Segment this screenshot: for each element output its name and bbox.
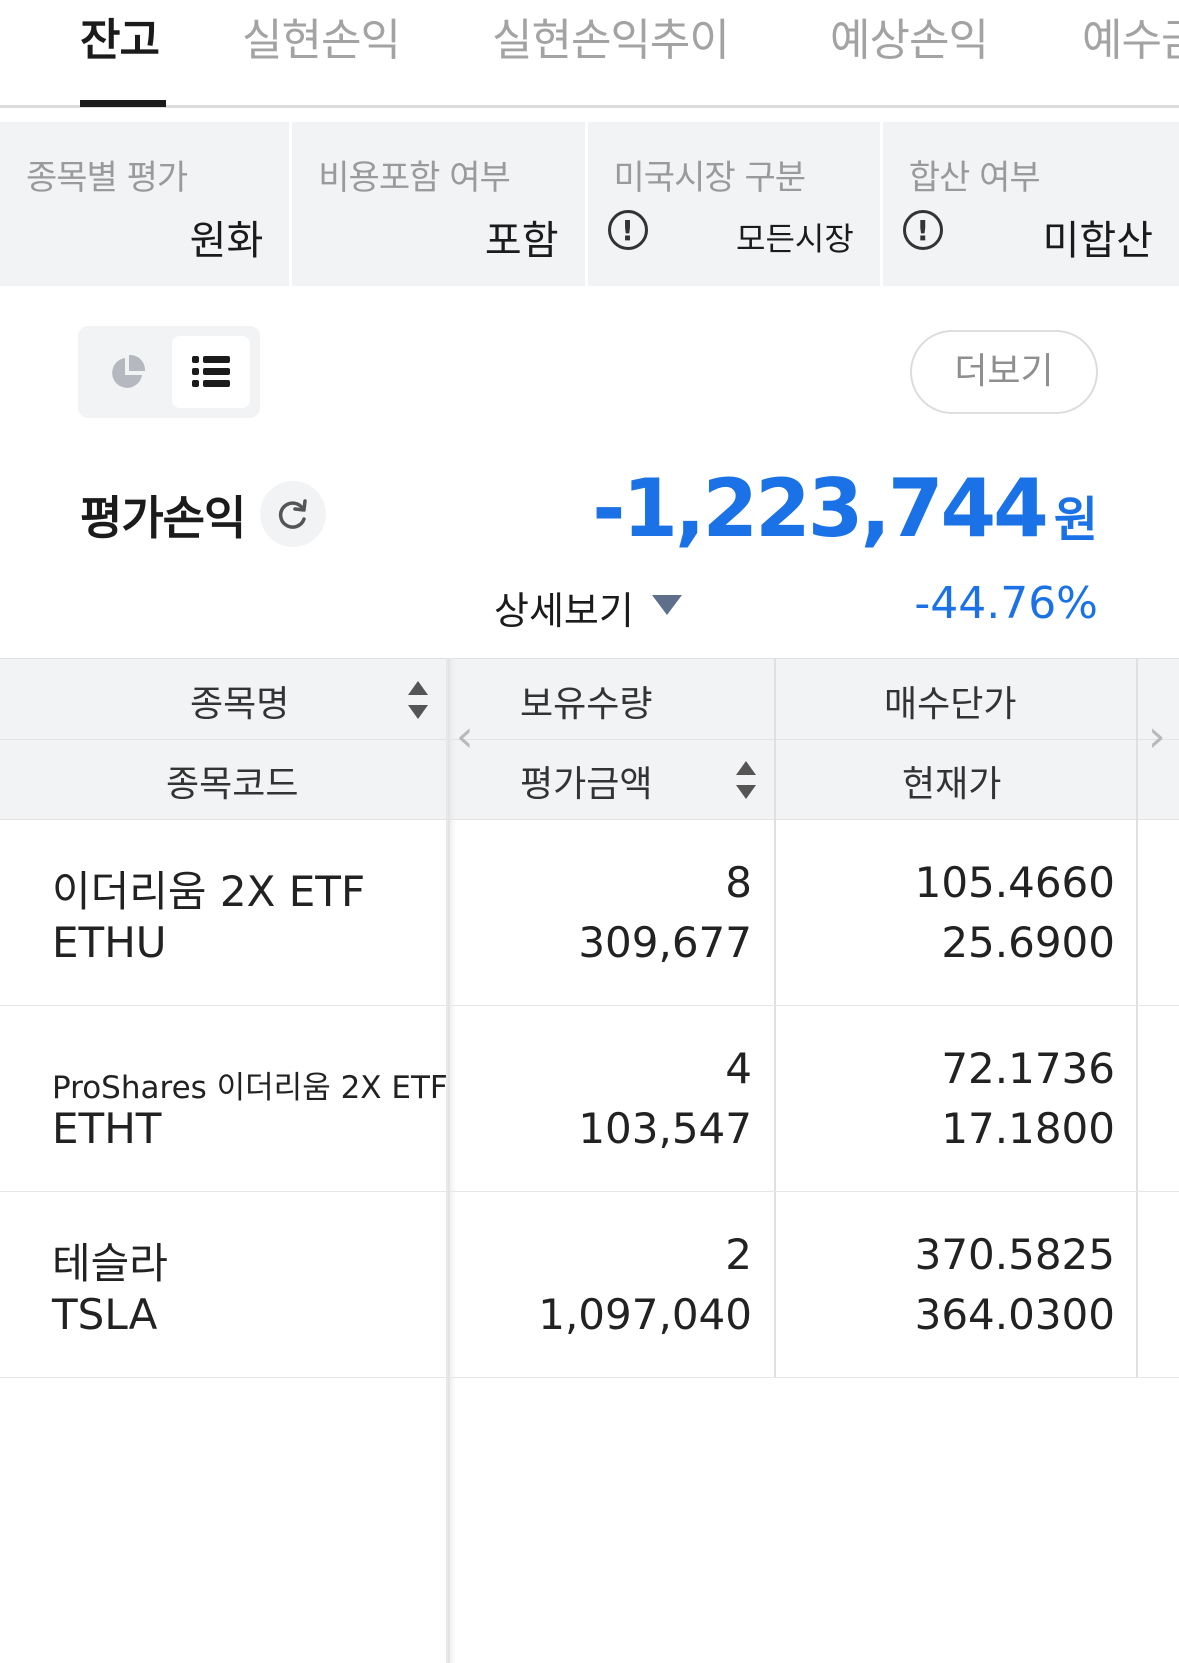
filter-value: 미합산 [1042,218,1153,264]
filter-value: 원화 [189,218,264,264]
avg-price: 105.4660 [914,858,1115,907]
profit-loss-rate: -44.76% [914,578,1098,629]
stock-code: ETHT [52,1104,162,1153]
quantity: 2 [725,1230,752,1279]
stock-name: ProShares 이더리움 2X ETF [52,1070,448,1106]
currency-unit: 원 [1053,492,1098,548]
profit-loss-label: 평가손익 [80,491,246,545]
filter-bar: 종목별 평가 원화 비용포함 여부 포함 미국시장 구분 ! 모든시장 합산 여… [0,122,1179,286]
refresh-button[interactable] [260,481,326,547]
quantity: 8 [725,858,752,907]
tab-deposit[interactable]: 예수금 [1082,4,1179,68]
table-row[interactable]: ProShares 이더리움 2X ETF ETHT 4 103,547 72.… [0,1006,1179,1192]
scroll-left-icon[interactable]: ‹ [456,711,474,762]
header-code: 종목코드 [166,764,299,805]
tab-realized-pl[interactable]: 실현손익 [242,4,401,68]
filter-label: 미국시장 구분 [613,158,806,198]
info-icon[interactable]: ! [902,210,943,250]
stock-code: TSLA [52,1290,158,1339]
tab-expected-pl[interactable]: 예상손익 [830,4,989,68]
quantity: 4 [725,1044,752,1093]
sort-icon[interactable] [736,761,756,801]
filter-label: 비용포함 여부 [318,158,510,198]
current-price: 364.0300 [914,1290,1115,1339]
pie-chart-icon[interactable] [108,354,146,392]
eval-amount: 309,677 [578,918,752,967]
header-avg-price: 매수단가 [884,684,1017,725]
eval-amount: 103,547 [578,1104,752,1153]
info-icon[interactable]: ! [607,210,648,250]
list-icon [192,356,230,387]
header-current-price: 현재가 [902,764,1002,805]
tab-bar: 잔고 실현손익 실현손익추이 예상손익 예수금 [0,0,1179,108]
stock-code: ETHU [52,918,167,967]
table-row[interactable]: 이더리움 2X ETF ETHU 8 309,677 105.4660 25.6… [0,820,1179,1006]
refresh-icon [278,499,307,529]
stock-name: 테슬라 [52,1239,168,1288]
avg-price: 370.5825 [914,1230,1115,1279]
filter-us-market[interactable]: 미국시장 구분 ! 모든시장 [587,122,880,286]
table-row[interactable]: 테슬라 TSLA 2 1,097,040 370.5825 364.0300 [0,1192,1179,1378]
current-price: 25.6900 [941,918,1115,967]
stock-name: 이더리움 2X ETF [52,867,366,916]
detail-toggle[interactable]: 상세보기 [494,580,634,635]
more-button[interactable]: 더보기 [910,330,1098,414]
avg-price: 72.1736 [941,1044,1115,1093]
active-tab-indicator [80,100,166,107]
current-price: 17.1800 [941,1104,1115,1153]
filter-eval-by-stock[interactable]: 종목별 평가 원화 [0,122,290,286]
table-header: 종목명 종목코드 ‹ 보유수량 평가금액 매수단가 현재가 › [0,658,1179,820]
header-quantity: 보유수량 [520,684,653,725]
filter-aggregate[interactable]: 합산 여부 ! 미합산 [882,122,1179,286]
list-view-button[interactable] [172,336,250,408]
view-toggle [78,326,260,418]
header-name[interactable]: 종목명 [190,675,289,727]
tab-realized-pl-trend[interactable]: 실현손익추이 [492,4,730,68]
tab-balance[interactable]: 잔고 [80,4,160,68]
header-eval-amount[interactable]: 평가금액 [520,755,652,807]
filter-value: 모든시장 [736,220,854,258]
filter-include-fees[interactable]: 비용포함 여부 포함 [292,122,585,286]
filter-value: 포함 [484,218,559,264]
scroll-right-icon[interactable]: › [1148,711,1166,762]
profit-loss-amount: -1,223,744 원 [592,462,1098,555]
sort-icon[interactable] [408,681,428,721]
header-divider [0,739,1179,740]
filter-label: 종목별 평가 [26,158,188,198]
filter-label: 합산 여부 [908,158,1041,198]
eval-amount: 1,097,040 [538,1290,752,1339]
profit-loss-value: -1,223,744 [592,462,1049,555]
caret-down-icon[interactable] [652,595,682,615]
